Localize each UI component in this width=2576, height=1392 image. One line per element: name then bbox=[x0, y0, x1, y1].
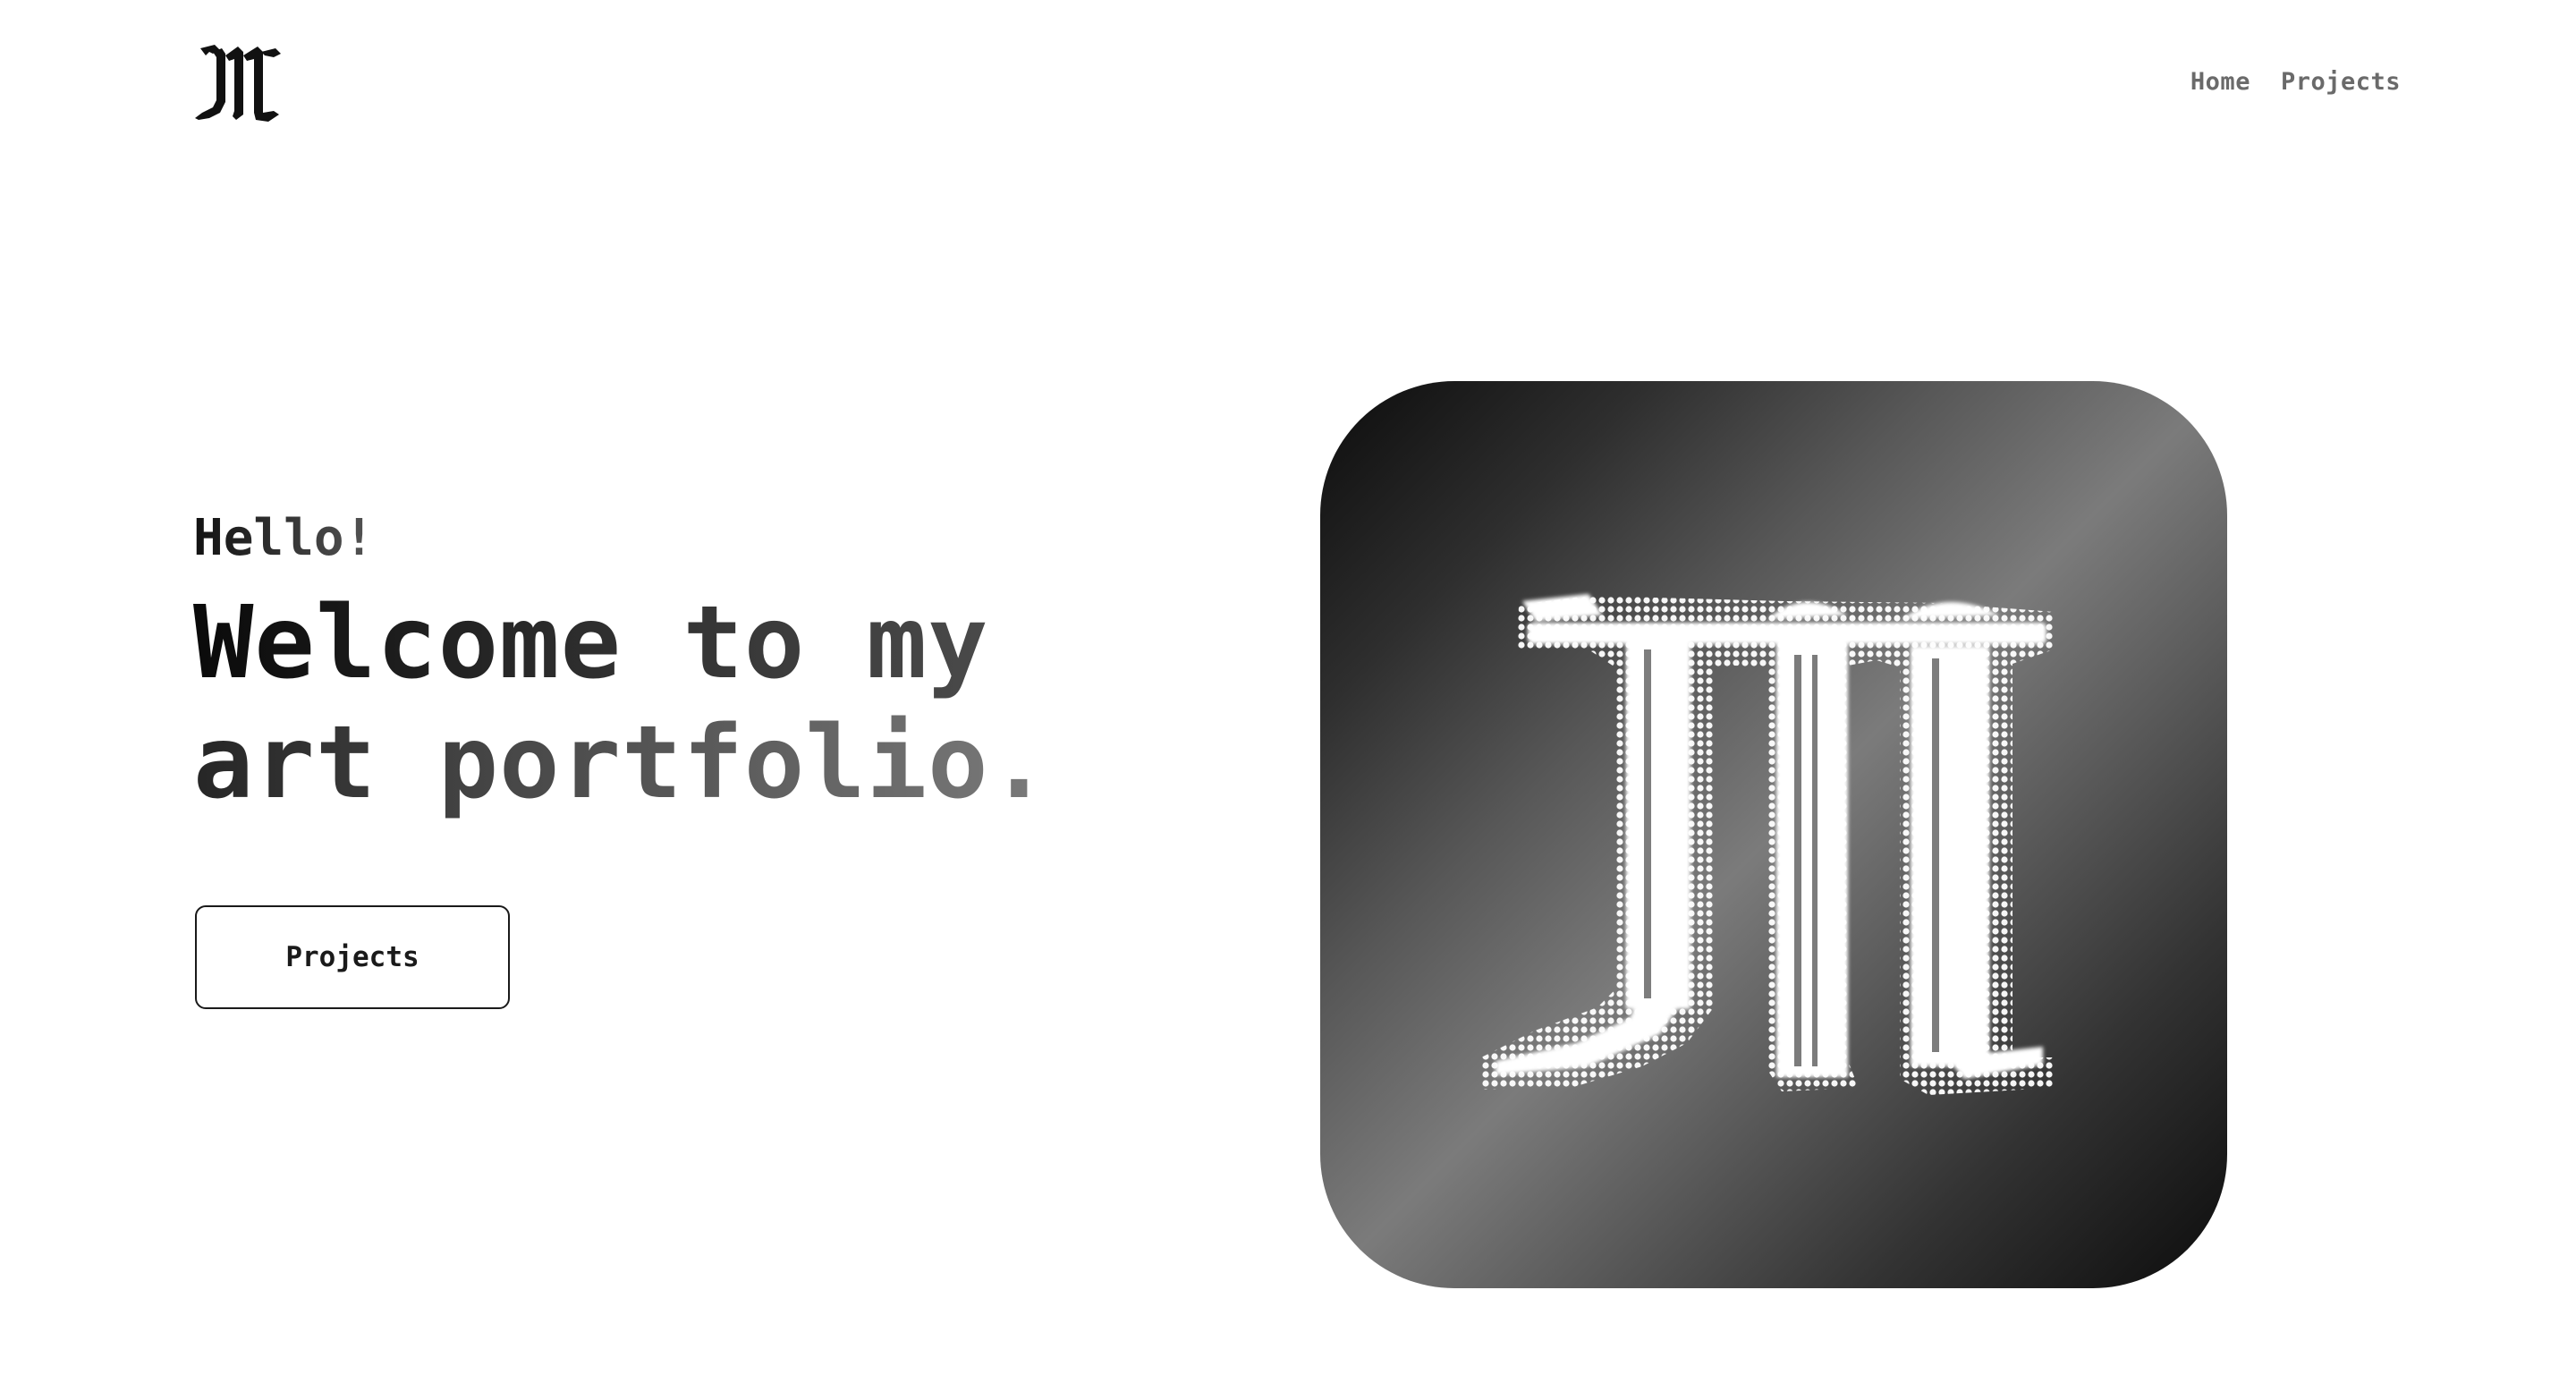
nav-home-link[interactable]: Home bbox=[2190, 68, 2250, 96]
headline-line-2: art portfolio. bbox=[193, 705, 1051, 821]
page: Home Projects Hello! Welcome to my art p… bbox=[0, 0, 2576, 1392]
top-nav: Home Projects bbox=[2190, 68, 2401, 96]
page-title: Welcome to my art portfolio. bbox=[193, 583, 1177, 823]
hero-text: Hello! Welcome to my art portfolio. bbox=[193, 506, 1177, 823]
projects-button[interactable]: Projects bbox=[195, 905, 510, 1009]
nav-projects-link[interactable]: Projects bbox=[2281, 68, 2401, 96]
greeting-text: Hello! bbox=[193, 506, 374, 571]
headline-line-1: Welcome to my bbox=[193, 585, 989, 701]
halftone-m-icon bbox=[1481, 594, 2054, 1095]
hero-artwork bbox=[1320, 381, 2227, 1288]
logo-icon[interactable] bbox=[193, 43, 286, 125]
